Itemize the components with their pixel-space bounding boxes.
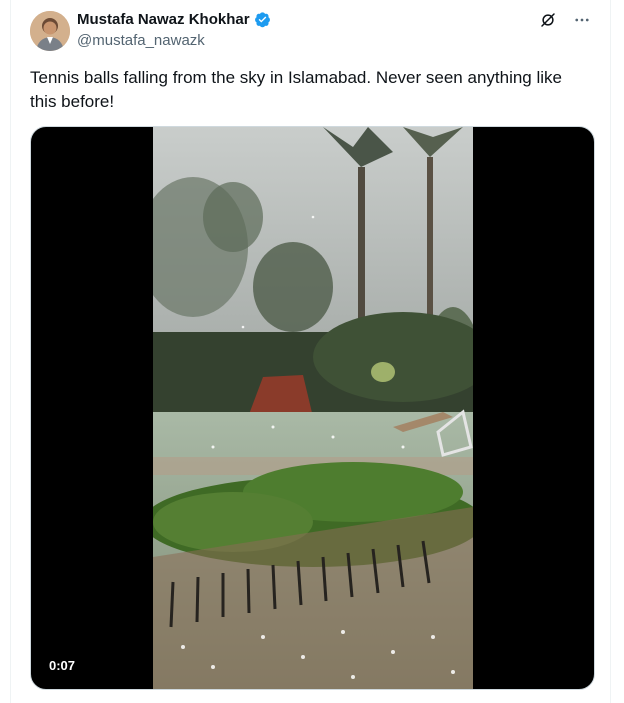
author-name[interactable]: Mustafa Nawaz Khokhar [77, 11, 250, 28]
grok-icon[interactable] [538, 10, 558, 30]
verified-badge-icon [254, 11, 271, 28]
author-name-row[interactable]: Mustafa Nawaz Khokhar [77, 11, 271, 28]
tweet-actions [538, 10, 592, 30]
avatar[interactable] [30, 11, 70, 51]
author-handle[interactable]: @mustafa_nawazk [77, 32, 205, 49]
video-duration: 0:07 [43, 656, 82, 675]
video-player[interactable]: 0:07 [30, 126, 595, 690]
tweet-text: Tennis balls falling from the sky in Isl… [30, 68, 562, 111]
video-thumbnail [153, 127, 473, 689]
tweet-card[interactable]: Mustafa Nawaz Khokhar @mustafa_nawazk Te… [10, 0, 611, 703]
more-options-icon[interactable] [572, 10, 592, 30]
